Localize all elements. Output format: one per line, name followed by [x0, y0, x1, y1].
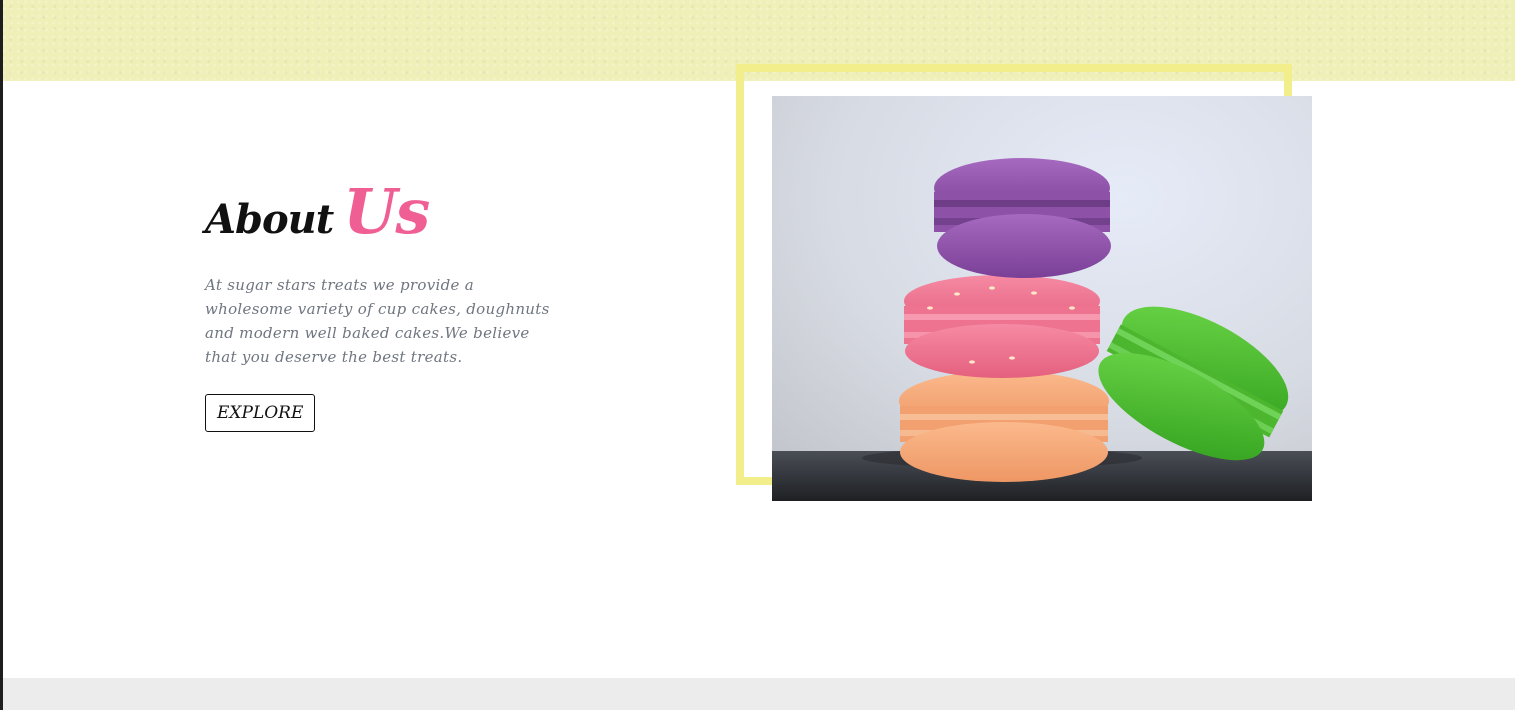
about-description: At sugar stars treats we provide a whole…: [205, 276, 550, 366]
about-heading-accent-word: Us: [343, 175, 430, 248]
about-heading-first-word: About: [205, 196, 334, 243]
next-section-band: [3, 678, 1515, 710]
explore-button[interactable]: EXPLORE: [205, 394, 316, 432]
about-heading: About Us: [205, 181, 585, 243]
macarons-photo: [772, 96, 1312, 501]
about-text-block: About Us At sugar stars treats we provide…: [205, 181, 585, 432]
